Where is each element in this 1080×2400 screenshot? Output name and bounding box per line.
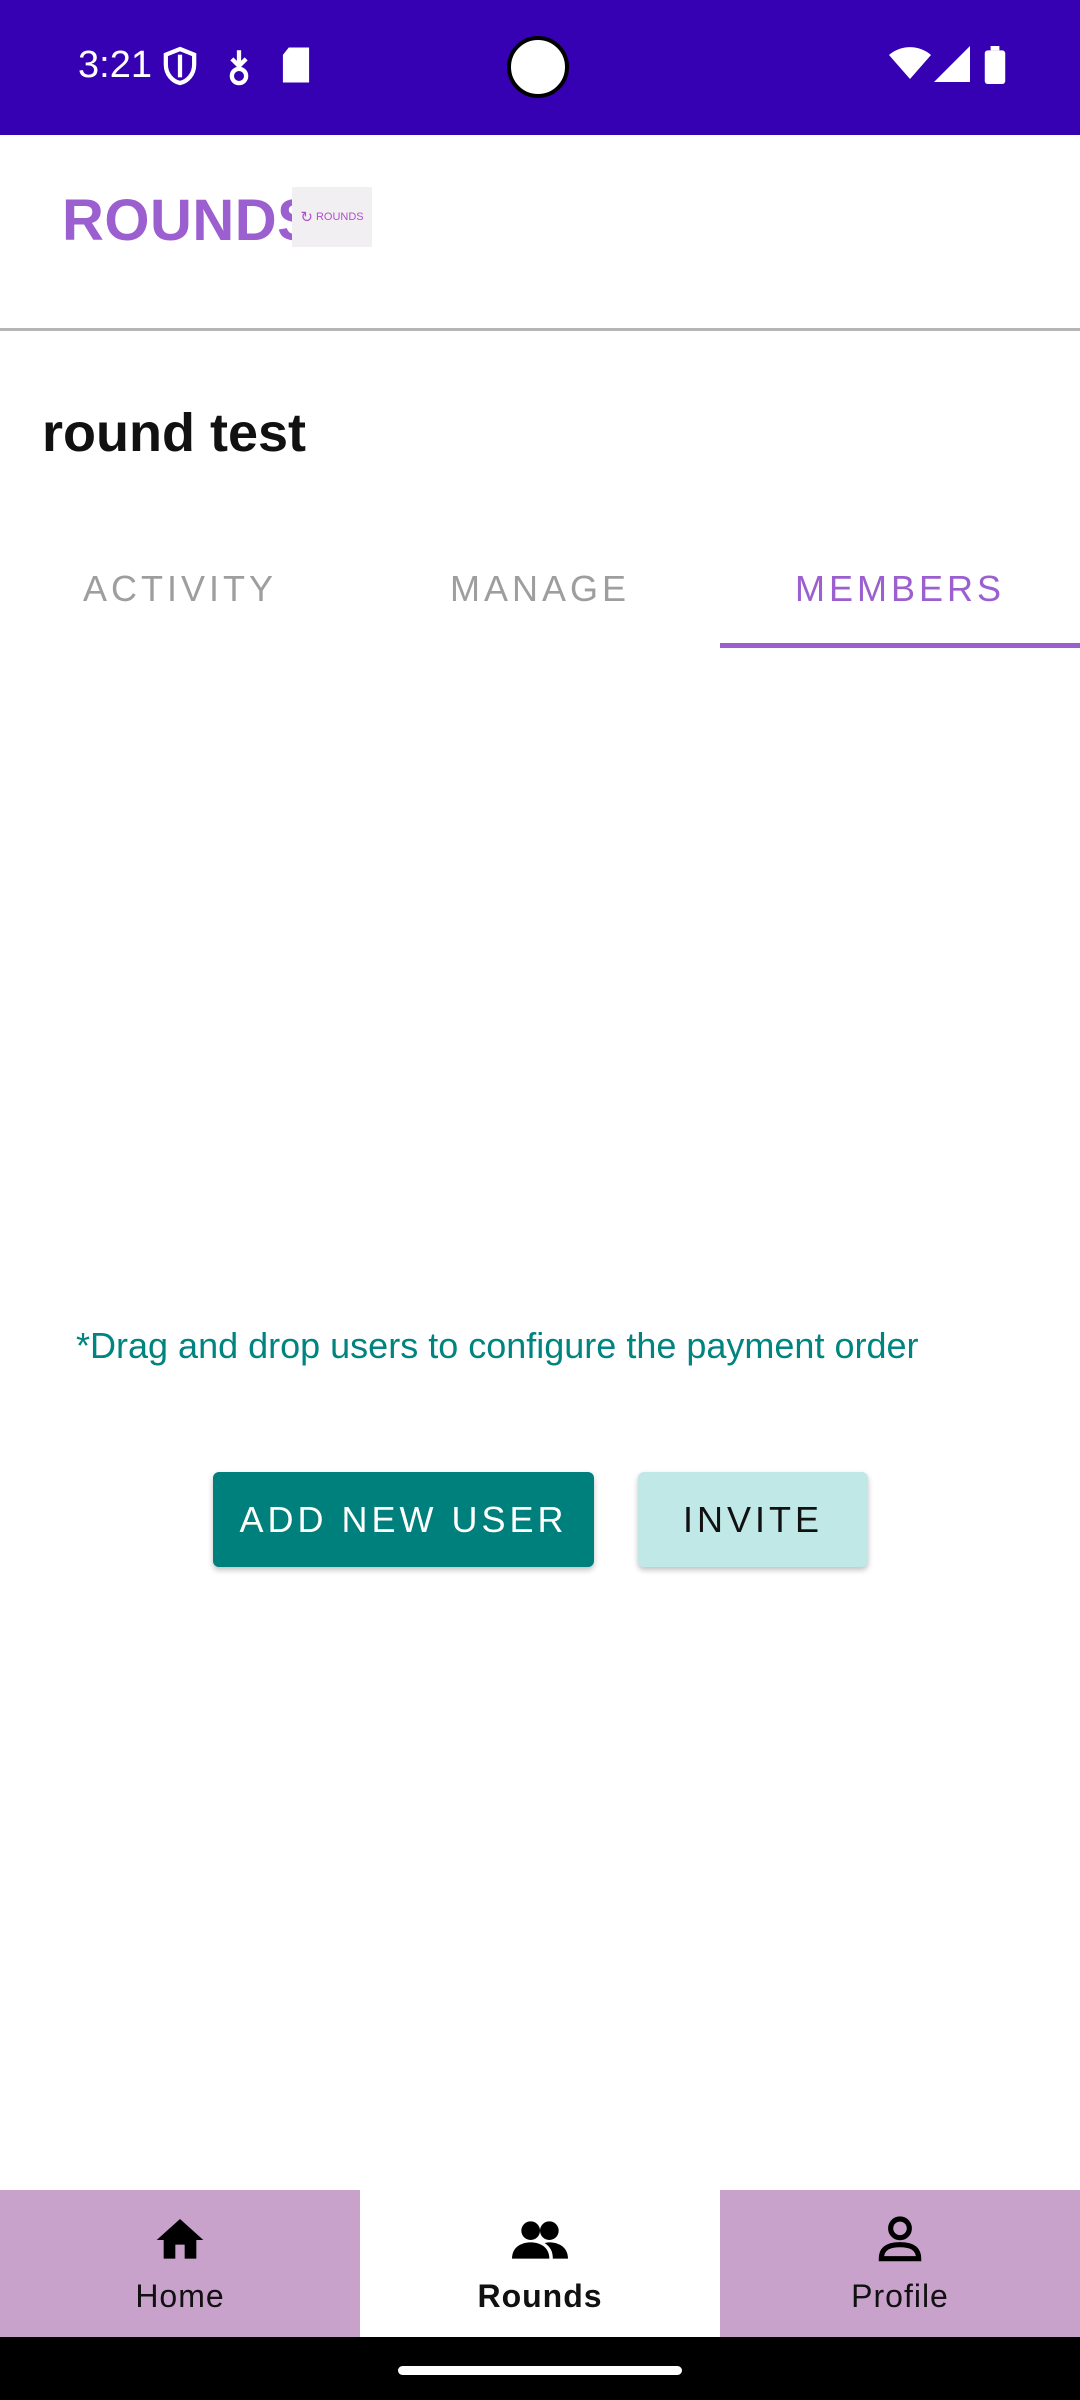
wifi-icon [889, 46, 931, 87]
drag-drop-hint: *Drag and drop users to configure the pa… [76, 1325, 919, 1366]
invite-button[interactable]: INVITE [638, 1472, 868, 1567]
nav-home-label: Home [135, 2278, 225, 2314]
sd-card-icon [280, 46, 312, 89]
add-new-user-button[interactable]: ADD NEW USER [213, 1472, 594, 1567]
bottom-navigation: Home Rounds Profile [0, 2190, 1080, 2337]
app-brand: ROUNDS [62, 188, 317, 253]
logo-text: ROUNDS [315, 211, 364, 223]
nav-rounds-label: Rounds [477, 2278, 603, 2314]
shield-icon [163, 46, 197, 91]
camera-cutout [507, 36, 569, 98]
app-logo: ↻ ROUNDS [292, 187, 372, 247]
home-icon [156, 2219, 204, 2259]
group-icon [512, 2221, 568, 2259]
status-bar: 3:21 [0, 0, 1080, 135]
home-gesture-handle[interactable] [398, 2366, 682, 2375]
app-bar: ROUNDS ↻ ROUNDS [0, 135, 1080, 331]
tab-manage[interactable]: MANAGE [360, 530, 720, 648]
download-icon [224, 46, 254, 91]
tab-activity[interactable]: ACTIVITY [0, 530, 360, 648]
signal-icon [934, 46, 970, 87]
nav-home[interactable]: Home [0, 2190, 360, 2337]
nav-rounds[interactable]: Rounds [360, 2190, 720, 2337]
status-time: 3:21 [78, 44, 152, 86]
page-title: round test [42, 403, 306, 463]
nav-profile-label: Profile [851, 2278, 949, 2314]
person-icon [878, 2216, 922, 2262]
nav-profile[interactable]: Profile [720, 2190, 1080, 2337]
tab-bar: ACTIVITY MANAGE MEMBERS [0, 530, 1080, 648]
battery-icon [984, 46, 1006, 89]
tab-members[interactable]: MEMBERS [720, 530, 1080, 648]
